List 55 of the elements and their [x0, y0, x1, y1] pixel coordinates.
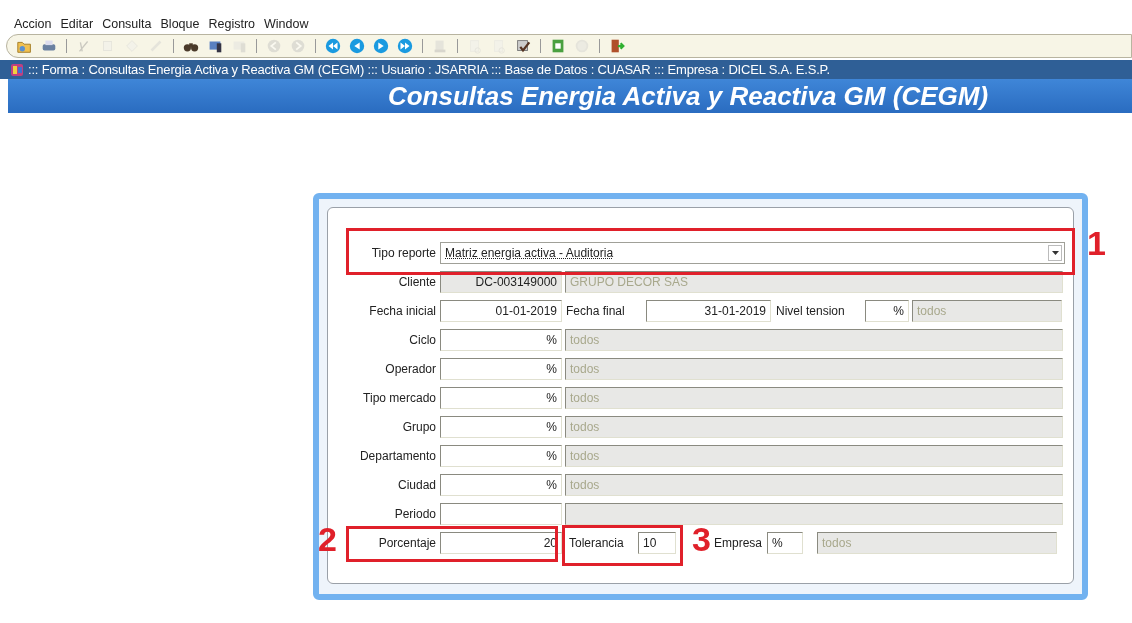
- field-label: Ciudad: [396, 477, 437, 494]
- description-field: todos: [565, 416, 1063, 438]
- menu-item[interactable]: Editar: [60, 15, 94, 34]
- field-label: Cliente: [397, 274, 437, 291]
- input-field[interactable]: 10: [638, 532, 676, 554]
- description-field: GRUPO DECOR SAS: [565, 271, 1063, 293]
- next-record-icon: [372, 37, 390, 55]
- input-field[interactable]: [440, 503, 562, 525]
- field-label: Nivel tension: [775, 303, 846, 320]
- app-icon: [10, 62, 24, 77]
- field-label: Porcentaje: [377, 535, 437, 552]
- window-title: ::: Forma : Consultas Energia Activa y Reactiva GM (CEGM) ::: Usuario : JSARRIA ::: Base de Datos : CUASAR ::: Empresa : DICEL S.A. E.S.P.: [28, 60, 830, 79]
- menu-item[interactable]: Accion: [14, 15, 52, 34]
- field-label: Departamento: [358, 448, 437, 465]
- input-field[interactable]: %: [767, 532, 804, 554]
- field-label: Tolerancia: [568, 535, 625, 552]
- date-field[interactable]: 01-01-2019: [440, 300, 562, 322]
- field-label: Operador: [384, 361, 437, 378]
- menu-item[interactable]: Bloque: [160, 15, 200, 34]
- input-field[interactable]: %: [440, 445, 562, 467]
- menu-item[interactable]: Registro: [208, 15, 255, 34]
- previous-record-icon: [348, 37, 366, 55]
- date-field[interactable]: 31-01-2019: [646, 300, 771, 322]
- menu-item[interactable]: Consulta: [102, 15, 152, 34]
- callout-number: 1: [1087, 226, 1106, 260]
- field-label: Fecha inicial: [368, 303, 437, 320]
- description-field: todos: [565, 358, 1063, 380]
- field-label: Tipo reporte: [370, 245, 437, 262]
- last-record-icon: [396, 37, 414, 55]
- menu-item[interactable]: Window: [264, 15, 309, 34]
- checklist-icon: [514, 37, 532, 55]
- description-field: todos: [565, 474, 1063, 496]
- description-field: todos: [565, 329, 1063, 351]
- description-field: todos: [912, 300, 1062, 322]
- field-label: Ciclo: [408, 332, 437, 349]
- input-field[interactable]: %: [440, 474, 562, 496]
- field-label: Tipo mercado: [362, 390, 437, 407]
- form-heading: Consultas Energia Activa y Reactiva GM (CEGM): [387, 79, 989, 113]
- description-field: todos: [565, 387, 1063, 409]
- field-label: Fecha final: [565, 303, 626, 320]
- dropdown-value: Matriz energia activa - Auditoria: [445, 245, 615, 262]
- input-field[interactable]: %: [440, 358, 562, 380]
- field-label: Grupo: [401, 419, 437, 436]
- description-field: todos: [565, 445, 1063, 467]
- first-record-icon: [324, 37, 342, 55]
- callout-number: 2: [318, 522, 337, 556]
- field-label: Periodo: [393, 506, 437, 523]
- input-field[interactable]: %: [865, 300, 909, 322]
- description-field: todos: [817, 532, 1058, 554]
- field-label: Empresa: [714, 535, 764, 552]
- callout-number: 3: [692, 522, 711, 556]
- input-field[interactable]: %: [440, 329, 562, 351]
- input-field[interactable]: %: [440, 416, 562, 438]
- input-field[interactable]: %: [440, 387, 562, 409]
- dropdown-field[interactable]: Matriz energia activa - Auditoria: [440, 242, 1065, 264]
